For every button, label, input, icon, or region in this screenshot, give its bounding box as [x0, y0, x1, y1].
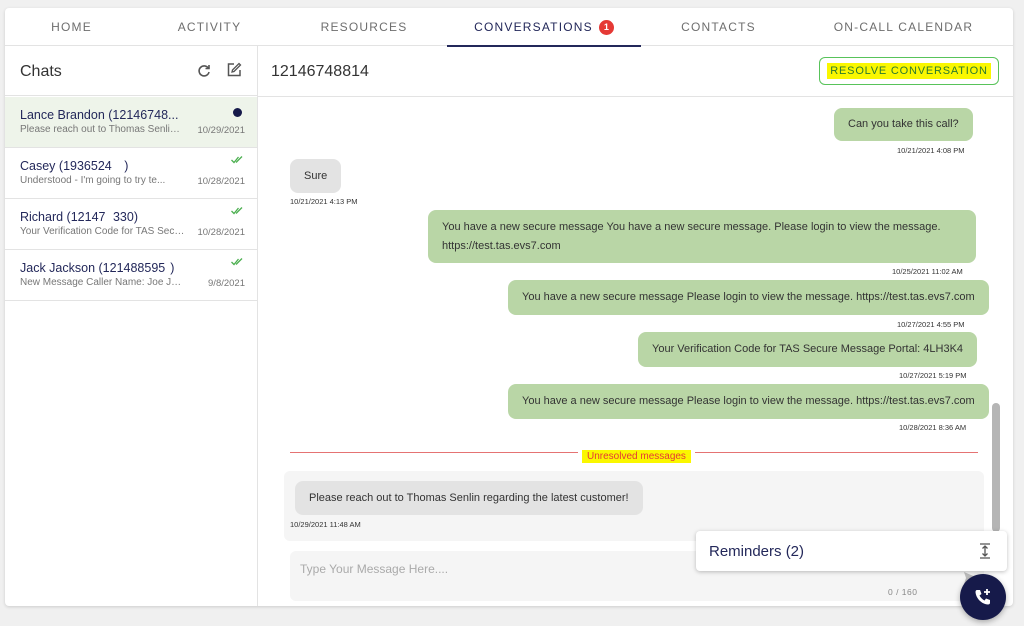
chat-date: 10/29/2021: [197, 125, 245, 136]
conversation-header: 12146748814 RESOLVE CONVERSATION: [258, 46, 1013, 97]
conversation-title: 12146748814: [271, 63, 369, 80]
chat-item[interactable]: Casey (1936524 ) Understood - I'm going …: [5, 148, 257, 199]
tab-activity[interactable]: ACTIVITY: [138, 8, 281, 46]
unread-dot-icon: [233, 108, 242, 117]
chats-sidebar: Chats Lance Brandon (12146748... Please …: [5, 46, 258, 606]
message-input[interactable]: [300, 560, 700, 578]
unresolved-divider-label: Unresolved messages: [578, 446, 695, 464]
resolve-conversation-button[interactable]: RESOLVE CONVERSATION: [819, 57, 999, 85]
chat-item[interactable]: Richard (12147 330) Your Verification Co…: [5, 199, 257, 250]
reminders-panel[interactable]: Reminders (2): [696, 531, 1007, 571]
unresolved-label-text: Unresolved messages: [582, 450, 691, 463]
chat-date: 9/8/2021: [208, 278, 245, 289]
message-text: You have a new secure message You have a…: [442, 220, 941, 233]
double-check-icon: [231, 156, 243, 164]
chat-preview: New Message Caller Name: Joe Jones: [20, 277, 185, 288]
chat-name: Casey (1936524 ): [20, 159, 129, 173]
chat-preview: Your Verification Code for TAS Secure Me…: [20, 226, 185, 237]
resolve-conversation-label: RESOLVE CONVERSATION: [827, 63, 991, 79]
message-text: Please reach out to Thomas Senlin regard…: [309, 491, 629, 504]
messages-scrollbar[interactable]: [992, 118, 1000, 532]
refresh-icon[interactable]: [195, 62, 213, 80]
chats-title: Chats: [20, 63, 62, 80]
tab-conversations[interactable]: CONVERSATIONS 1: [447, 8, 641, 47]
message-text: Your Verification Code for TAS Secure Me…: [652, 343, 964, 356]
tab-contacts-label: CONTACTS: [681, 20, 756, 34]
tab-activity-label: ACTIVITY: [177, 20, 242, 34]
message-text: You have a new secure message Please log…: [522, 291, 975, 304]
tab-resources[interactable]: RESOURCES: [281, 8, 447, 46]
expand-icon[interactable]: [978, 542, 992, 560]
chat-preview: Understood - I'm going to try te...: [20, 175, 166, 186]
message-bubble-outgoing: Your Verification Code for TAS Secure Me…: [638, 332, 978, 367]
double-check-icon: [231, 258, 243, 266]
message-text: You have a new secure message Please log…: [522, 395, 975, 408]
tab-home[interactable]: HOME: [5, 8, 138, 46]
app-window: HOME ACTIVITY RESOURCES CONVERSATIONS 1 …: [5, 8, 1013, 606]
chat-name: Lance Brandon (12146748...: [20, 108, 179, 122]
chat-preview: Please reach out to Thomas Senlin regard…: [20, 124, 185, 135]
tab-on-call-calendar[interactable]: ON-CALL CALENDAR: [796, 8, 1011, 46]
chat-date: 10/28/2021: [197, 227, 245, 238]
tab-on-call-calendar-label: ON-CALL CALENDAR: [833, 20, 974, 34]
double-check-icon: [231, 207, 243, 215]
tab-conversations-label: CONVERSATIONS: [474, 20, 593, 34]
conversation-panel: 12146748814 RESOLVE CONVERSATION Can you…: [258, 46, 1013, 606]
chats-header: Chats: [5, 46, 258, 96]
chat-name: Richard (12147 330): [20, 210, 138, 224]
chat-item[interactable]: Jack Jackson (121488595 ) New Message Ca…: [5, 250, 257, 301]
chat-name: Jack Jackson (121488595 ): [20, 261, 175, 275]
chat-item[interactable]: Lance Brandon (12146748... Please reach …: [5, 97, 257, 148]
message-text: Can you take this call?: [848, 118, 959, 131]
message-timestamp: 10/21/2021 4:13 PM: [290, 197, 358, 206]
scrollbar-thumb[interactable]: [992, 403, 1000, 532]
message-timestamp: 10/28/2021 8:36 AM: [899, 423, 967, 432]
message-bubble-incoming: Please reach out to Thomas Senlin regard…: [295, 481, 643, 515]
message-timestamp: 10/21/2021 4:08 PM: [897, 146, 965, 155]
message-link[interactable]: https://test.tas.evs7.com: [442, 237, 561, 256]
message-timestamp: 10/27/2021 4:55 PM: [897, 320, 965, 329]
call-button[interactable]: [960, 574, 1006, 620]
message-bubble-outgoing: You have a new secure message You have a…: [428, 210, 976, 263]
chat-date: 10/28/2021: [197, 176, 245, 187]
message-bubble-incoming: Sure: [290, 159, 342, 193]
character-count: 0 / 160: [888, 587, 918, 597]
tab-home-label: HOME: [51, 20, 92, 34]
message-timestamp: 10/29/2021 11:48 AM: [290, 520, 361, 529]
message-bubble-outgoing: You have a new secure message Please log…: [508, 384, 989, 419]
message-bubble-outgoing: Can you take this call?: [834, 108, 973, 141]
message-text: Sure: [304, 169, 328, 182]
tab-contacts[interactable]: CONTACTS: [641, 8, 796, 46]
unread-count-badge: 1: [598, 19, 614, 35]
compose-icon[interactable]: [225, 61, 243, 79]
message-timestamp: 10/27/2021 5:19 PM: [899, 371, 967, 380]
message-bubble-outgoing: You have a new secure message Please log…: [508, 280, 989, 315]
message-timestamp: 10/25/2021 11:02 AM: [892, 267, 963, 276]
top-nav: HOME ACTIVITY RESOURCES CONVERSATIONS 1 …: [5, 8, 1013, 47]
tab-resources-label: RESOURCES: [320, 20, 408, 34]
reminders-label: Reminders (2): [709, 543, 805, 560]
phone-plus-icon: [975, 589, 990, 605]
